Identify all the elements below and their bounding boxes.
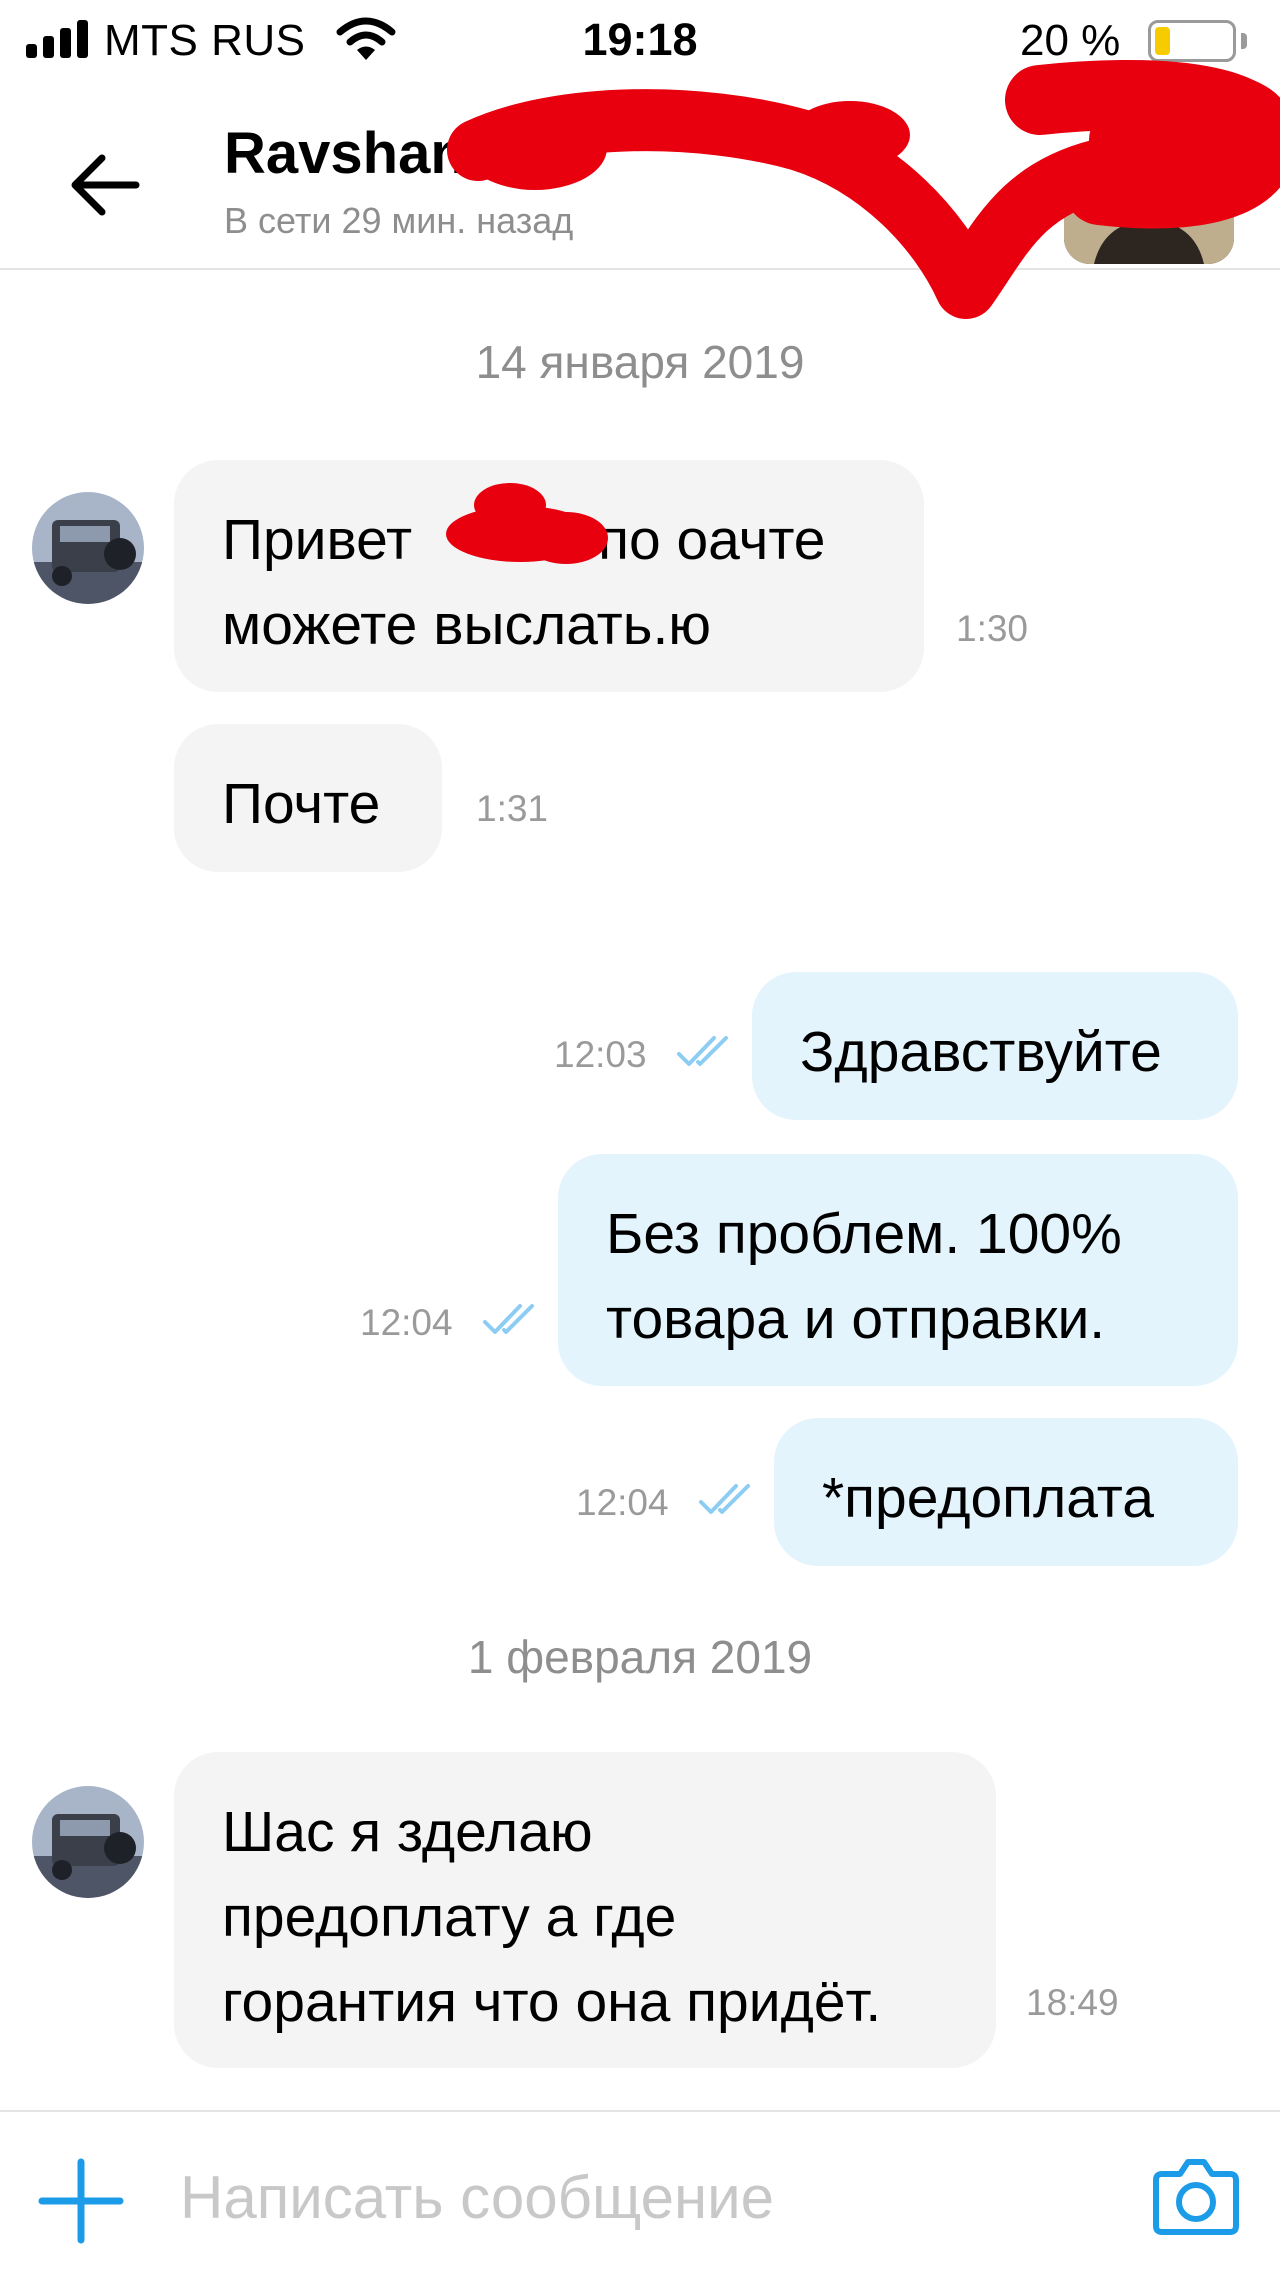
contact-avatar[interactable] [1064, 212, 1234, 264]
battery-percentage: 20 % [1020, 16, 1121, 65]
date-separator: 1 февраля 2019 [467, 1631, 813, 1683]
contact-last-seen: В сети 29 мин. назад [224, 200, 574, 241]
sender-avatar[interactable] [32, 492, 144, 604]
double-check-icon [699, 1484, 750, 1514]
message-time: 1:31 [476, 788, 549, 829]
message-text: Привет [222, 508, 413, 572]
message-text: Без проблем. 100% товара и отправки. [606, 1202, 1122, 1351]
double-check-icon [677, 1036, 728, 1066]
message-time: 1:30 [956, 608, 1029, 649]
message-time: 18:49 [1026, 1982, 1119, 2023]
battery-icon [1148, 20, 1236, 62]
chat-header: Ravshan В сети 29 мин. назад [0, 82, 1280, 270]
double-check-icon [483, 1304, 534, 1334]
message-text: *предоплата [822, 1466, 1154, 1530]
contact-name[interactable]: Ravshan [224, 120, 466, 187]
status-bar: MTS RUS 19:18 20 % [0, 0, 1280, 82]
message-text: по оачте [598, 508, 826, 572]
back-arrow-icon[interactable] [62, 140, 152, 230]
message-bubble[interactable]: Почте [174, 724, 442, 872]
plus-icon[interactable] [36, 2156, 126, 2246]
message-bubble[interactable]: *предоплата [774, 1418, 1238, 1566]
message-composer [0, 2110, 1280, 2272]
message-text: Почте [222, 772, 381, 836]
sender-avatar[interactable] [32, 1786, 144, 1898]
message-bubble[interactable]: Привет по оачте можете выслать.ю [174, 460, 924, 692]
message-time: 12:04 [360, 1302, 453, 1343]
message-text: Шас я зделаю предоплату а где горантия ч… [222, 1800, 882, 2034]
message-text: Здравствуйте [800, 1020, 1162, 1084]
camera-icon[interactable] [1150, 2150, 1242, 2242]
message-time: 12:04 [576, 1482, 669, 1523]
message-text: можете выслать.ю [222, 593, 712, 657]
date-separator: 14 января 2019 [475, 336, 805, 388]
message-time: 12:03 [554, 1034, 647, 1075]
message-input[interactable] [180, 2152, 1080, 2242]
message-bubble[interactable]: Шас я зделаю предоплату а где горантия ч… [174, 1752, 996, 2068]
message-bubble[interactable]: Без проблем. 100% товара и отправки. [558, 1154, 1238, 1386]
message-bubble[interactable]: Здравствуйте [752, 972, 1238, 1120]
battery-cap [1241, 33, 1247, 49]
battery-level [1155, 27, 1170, 55]
